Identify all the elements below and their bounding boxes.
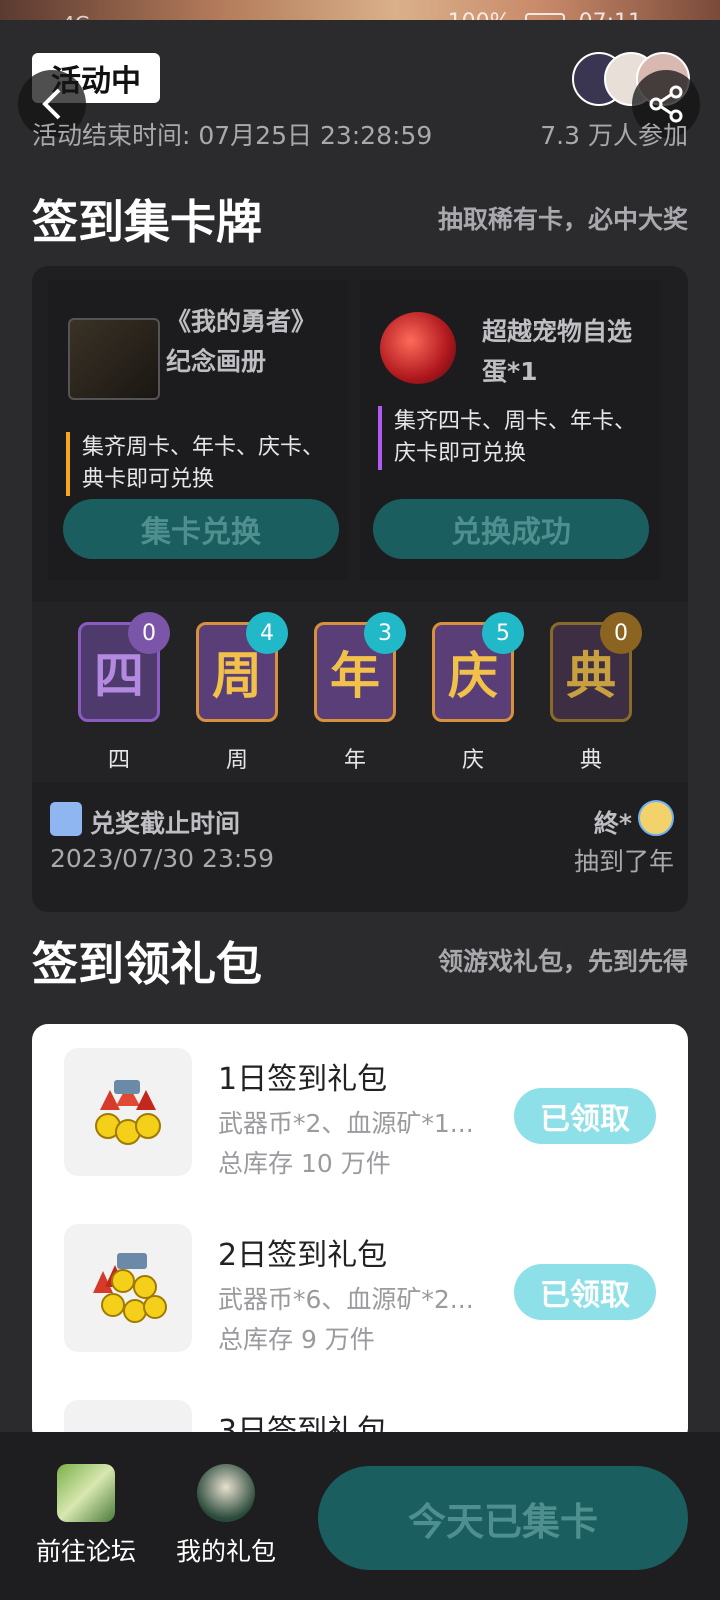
claimed-button[interactable]: 已领取 xyxy=(514,1264,656,1320)
exchange-cards-button[interactable]: 集卡兑换 xyxy=(63,499,339,559)
gift-image xyxy=(64,1224,192,1352)
card-count-badge: 0 xyxy=(128,612,170,654)
coins-gems-icon xyxy=(95,1080,161,1145)
header-background xyxy=(0,20,720,48)
reward-condition: 集齐周卡、年卡、庆卡、典卡即可兑换 xyxy=(66,432,336,496)
gift-stock: 总库存 9 万件 xyxy=(218,1325,375,1354)
list-item: 1日签到礼包 武器币*2、血源矿*1... 总库存 10 万件 已领取 xyxy=(32,1048,688,1198)
winner-result: 抽到了年 xyxy=(573,847,674,876)
gift-description: 武器币*6、血源矿*2... xyxy=(218,1285,474,1314)
card-dian[interactable]: 典 0 典 xyxy=(550,612,642,773)
gift-description: 武器币*2、血源矿*1... xyxy=(218,1109,474,1138)
activity-end-time: 活动结束时间: 07月25日 23:28:59 xyxy=(32,121,433,150)
card-count-badge: 3 xyxy=(364,612,406,654)
redeem-deadline-label: 兑奖截止时间 xyxy=(90,809,241,838)
collected-today-button[interactable]: 今天已集卡 xyxy=(318,1466,688,1570)
claimed-button[interactable]: 已领取 xyxy=(514,1088,656,1144)
gift-section-title: 签到领礼包 xyxy=(32,937,262,991)
participant-count: 7.3 万人参加 xyxy=(540,121,688,150)
gift-stock: 总库存 10 万件 xyxy=(218,1149,391,1178)
gift-title: 2日签到礼包 xyxy=(218,1238,388,1273)
my-gifts-link[interactable]: 我的礼包 xyxy=(166,1464,286,1568)
collect-panel: 《我的勇者》纪念画册 集齐周卡、年卡、庆卡、典卡即可兑换 集卡兑换 超越宠物自选… xyxy=(32,266,688,912)
album-image xyxy=(68,318,160,400)
card-count-badge: 5 xyxy=(482,612,524,654)
card-label: 周 xyxy=(225,748,248,773)
forum-label: 前往论坛 xyxy=(35,1537,136,1566)
card-si[interactable]: 四 0 四 xyxy=(78,612,170,773)
my-gifts-label: 我的礼包 xyxy=(175,1537,276,1566)
card-label: 庆 xyxy=(461,748,484,773)
card-count-badge: 0 xyxy=(600,612,642,654)
card-label: 四 xyxy=(107,748,130,773)
coins-gems-icon xyxy=(93,1253,167,1323)
forum-link[interactable]: 前往论坛 xyxy=(26,1464,146,1568)
game-icon xyxy=(57,1464,115,1522)
collect-section-subtitle: 抽取稀有卡，必中大奖 xyxy=(437,205,688,234)
winner-avatar xyxy=(638,800,674,836)
gift-title: 1日签到礼包 xyxy=(218,1062,388,1097)
gift-section-subtitle: 领游戏礼包，先到先得 xyxy=(437,947,688,976)
reward-name: 《我的勇者》纪念画册 xyxy=(166,307,317,376)
gift-list: 1日签到礼包 武器币*2、血源矿*1... 总库存 10 万件 已领取 2日签到… xyxy=(32,1024,688,1444)
redeem-deadline-value: 2023/07/30 23:59 xyxy=(50,844,275,873)
list-item: 2日签到礼包 武器币*6、血源矿*2... 总库存 9 万件 已领取 xyxy=(32,1224,688,1374)
bottom-action-bar: 前往论坛 我的礼包 今天已集卡 xyxy=(0,1432,720,1600)
pet-egg-image xyxy=(380,312,456,384)
gift-avatar-icon xyxy=(197,1464,255,1522)
gift-image xyxy=(64,1048,192,1176)
reward-name: 超越宠物自选蛋*1 xyxy=(482,317,633,386)
card-nian[interactable]: 年 3 年 xyxy=(314,612,406,773)
reward-condition: 集齐四卡、周卡、年卡、庆卡即可兑换 xyxy=(378,406,648,470)
card-count-badge: 4 xyxy=(246,612,288,654)
card-label: 年 xyxy=(343,748,366,773)
card-zhou[interactable]: 周 4 周 xyxy=(196,612,288,773)
card-qing[interactable]: 庆 5 庆 xyxy=(432,612,524,773)
exchange-success-button[interactable]: 兑换成功 xyxy=(373,499,649,559)
card-collection-row: 四 0 四 周 4 周 年 3 年 庆 5 庆 典 0 典 xyxy=(32,602,688,782)
collect-section-title: 签到集卡牌 xyxy=(32,195,262,249)
winner-name: 終* xyxy=(593,809,632,838)
card-label: 典 xyxy=(579,748,602,773)
